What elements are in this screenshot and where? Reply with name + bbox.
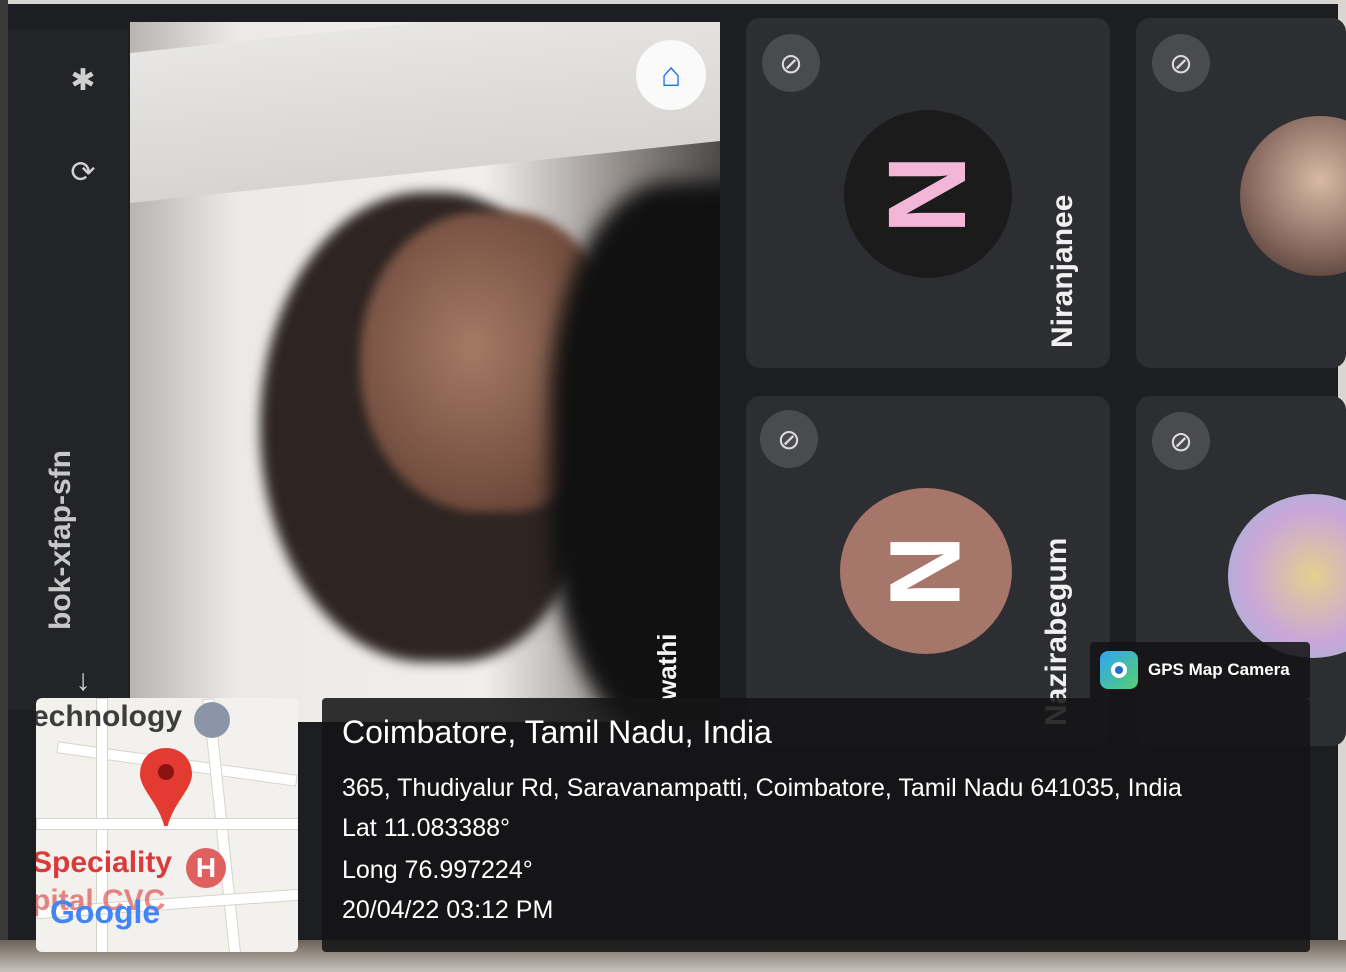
mic-off-icon: ⊘ bbox=[1152, 412, 1210, 470]
avatar: N bbox=[844, 110, 1012, 278]
google-logo: Google bbox=[50, 894, 161, 930]
school-icon bbox=[194, 702, 230, 738]
phone-bezel bbox=[0, 0, 8, 972]
wall-background bbox=[130, 22, 720, 204]
participant-tile-2[interactable]: ⊘ bbox=[1136, 18, 1346, 368]
participant-name: Niranjanee bbox=[1046, 194, 1079, 348]
avatar-initial: N bbox=[869, 534, 982, 608]
map-label-hospital: Speciality bbox=[36, 846, 173, 879]
mic-off-icon: ⊘ bbox=[762, 34, 820, 92]
participant-tile-niranjanee[interactable]: ⊘ N Niranjanee bbox=[746, 18, 1110, 368]
mic-off-icon: ⊘ bbox=[1152, 34, 1210, 92]
mic-off-icon: ⊘ bbox=[760, 410, 818, 468]
map-label-top: echnology bbox=[36, 700, 183, 733]
avatar bbox=[1228, 494, 1346, 658]
gps-camera-icon bbox=[1100, 651, 1138, 689]
hospital-icon: H bbox=[186, 848, 226, 888]
location-title: Coimbatore, Tamil Nadu, India bbox=[342, 714, 772, 750]
self-name-label: wathi bbox=[652, 633, 682, 700]
location-latitude: Lat 11.083388° bbox=[342, 814, 511, 842]
avatar bbox=[1240, 116, 1346, 276]
self-video-tile bbox=[130, 22, 720, 722]
avatar-initial: N bbox=[866, 154, 990, 234]
rotate-camera-icon[interactable]: ⟳ bbox=[66, 158, 100, 188]
location-address: 365, Thudiyalur Rd, Saravanampatti, Coim… bbox=[342, 774, 1182, 802]
arrow-icon[interactable]: ↓ bbox=[66, 666, 100, 696]
gps-badge-label: GPS Map Camera bbox=[1148, 660, 1290, 679]
avatar: N bbox=[840, 488, 1012, 654]
participant-tile-nazirabegum[interactable]: ⊘ N Nazirabegum bbox=[746, 396, 1110, 746]
location-pin-icon bbox=[140, 748, 192, 826]
meeting-side-toolbar: ✱ ⟳ bok-xfap-sfn ↓ bbox=[8, 30, 128, 710]
location-longitude: Long 76.997224° bbox=[342, 856, 533, 884]
microphone-icon[interactable]: ⌂ bbox=[636, 40, 706, 110]
meeting-code: bok-xfap-sfn bbox=[44, 450, 77, 630]
location-timestamp: 20/04/22 03:12 PM bbox=[342, 896, 554, 924]
bluetooth-icon[interactable]: ✱ bbox=[66, 66, 100, 96]
location-info-panel: Coimbatore, Tamil Nadu, India 365, Thudi… bbox=[322, 698, 1310, 952]
gps-map-camera-badge: GPS Map Camera bbox=[1090, 642, 1310, 698]
